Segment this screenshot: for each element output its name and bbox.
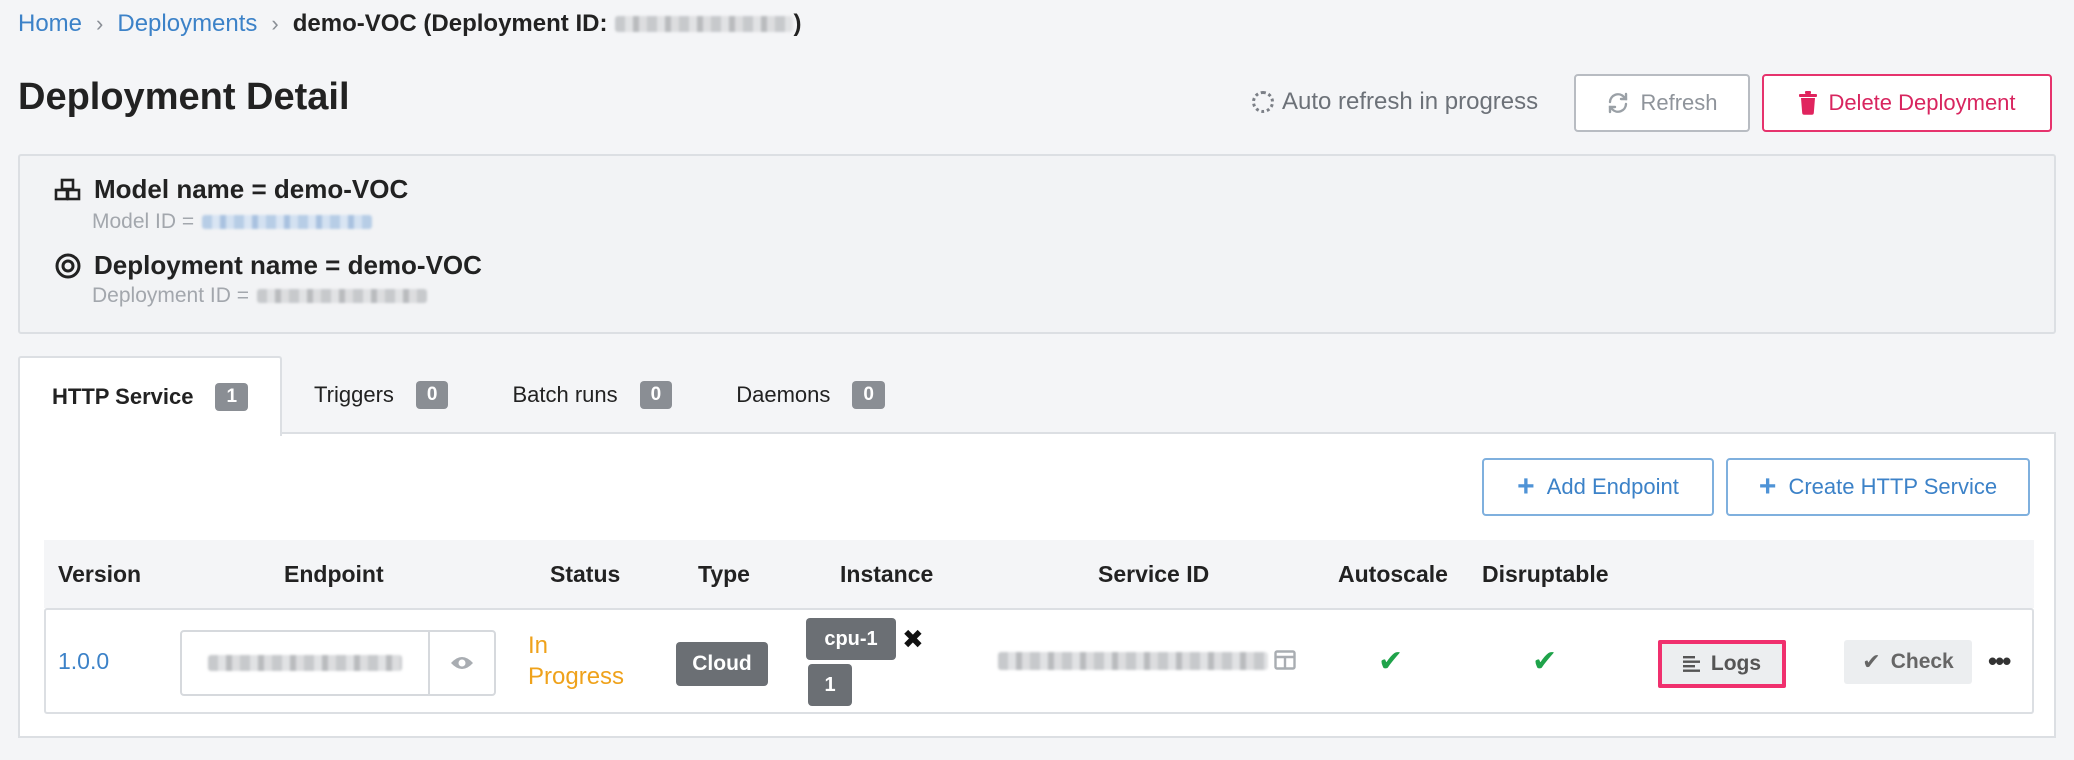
type-badge: Cloud — [676, 642, 768, 686]
tab-count-badge: 0 — [852, 381, 885, 409]
http-service-panel: + Add Endpoint + Create HTTP Service Ver… — [18, 432, 2056, 738]
add-endpoint-button[interactable]: + Add Endpoint — [1482, 458, 1714, 516]
plus-icon: + — [1758, 470, 1777, 503]
column-header-endpoint: Endpoint — [284, 560, 384, 587]
breadcrumb: Home › Deployments › demo-VOC (Deploymen… — [18, 8, 801, 40]
chevron-right-icon: › — [96, 11, 104, 36]
cubes-icon — [54, 178, 81, 200]
endpoint-url-input[interactable] — [182, 632, 430, 694]
tab-count-badge: 0 — [639, 381, 673, 409]
deployment-id-label: Deployment ID = — [92, 284, 249, 307]
delete-deployment-label: Delete Deployment — [1828, 90, 2016, 115]
model-name: Model name = demo-VOC — [94, 174, 409, 204]
more-options-icon[interactable]: ••• — [1988, 646, 2011, 677]
disruptable-check-icon: ✔ — [1532, 645, 1558, 678]
model-id-row: Model ID = — [92, 210, 373, 234]
breadcrumb-deployments-link[interactable]: Deployments — [117, 10, 257, 38]
column-header-status: Status — [550, 560, 621, 587]
instance-count-badge: 1 — [808, 664, 852, 706]
tab-daemons[interactable]: Daemons 0 — [704, 356, 917, 434]
deployment-id-row: Deployment ID = — [92, 284, 427, 308]
service-id-cell — [998, 652, 1268, 670]
column-header-autoscale: Autoscale — [1338, 560, 1448, 587]
breadcrumb-home-link[interactable]: Home — [18, 10, 82, 38]
tab-count-badge: 1 — [215, 383, 249, 411]
table-row: 1.0.0 In Progress Cloud cpu-1 ✖ 1 ✔ ✔ Lo… — [44, 608, 2034, 714]
target-icon — [55, 253, 81, 278]
refresh-icon — [1609, 92, 1628, 114]
logs-icon — [1682, 656, 1700, 672]
redacted-deployment-id — [257, 289, 427, 303]
deployment-name: Deployment name = demo-VOC — [94, 250, 482, 280]
column-header-version: Version — [58, 560, 142, 587]
tab-label: Batch runs — [512, 382, 618, 407]
plus-icon: + — [1517, 470, 1535, 503]
redacted-endpoint-url — [208, 655, 402, 671]
column-header-service-id: Service ID — [1098, 560, 1210, 587]
logs-button[interactable]: Logs — [1658, 640, 1786, 688]
auto-refresh-status: Auto refresh in progress — [1252, 88, 1538, 116]
page-title: Deployment Detail — [18, 76, 350, 118]
tab-batch-runs[interactable]: Batch runs 0 — [480, 356, 704, 434]
trash-icon — [1799, 91, 1818, 115]
add-endpoint-label: Add Endpoint — [1546, 474, 1679, 499]
tab-http-service[interactable]: HTTP Service 1 — [18, 356, 283, 436]
deployment-info-panel: Model name = demo-VOC Model ID = Deploym… — [18, 154, 2056, 334]
delete-deployment-button[interactable]: Delete Deployment — [1762, 74, 2052, 132]
create-http-service-button[interactable]: + Create HTTP Service — [1726, 458, 2030, 516]
model-id-label: Model ID = — [92, 210, 195, 233]
check-icon: ✔ — [1862, 649, 1881, 674]
deployment-name-row: Deployment name = demo-VOC — [54, 250, 482, 281]
tab-label: Daemons — [736, 382, 831, 407]
auto-refresh-label: Auto refresh in progress — [1282, 88, 1539, 115]
refresh-button[interactable]: Refresh — [1574, 74, 1750, 132]
breadcrumb-current-prefix: demo-VOC (Deployment ID: — [292, 10, 608, 37]
tab-count-badge: 0 — [415, 381, 449, 409]
column-header-disruptable: Disruptable — [1482, 560, 1609, 587]
remove-instance-icon[interactable]: ✖ — [902, 624, 924, 655]
create-http-service-label: Create HTTP Service — [1788, 474, 1998, 499]
model-name-row: Model name = demo-VOC — [54, 174, 408, 205]
column-header-instance: Instance — [840, 560, 934, 587]
redacted-deployment-id — [615, 16, 794, 32]
breadcrumb-current-suffix: ) — [793, 10, 802, 37]
refresh-button-label: Refresh — [1640, 90, 1718, 115]
status-line: Progress — [528, 663, 625, 690]
service-tabs: HTTP Service 1 Triggers 0 Batch runs 0 D… — [18, 356, 917, 436]
table-header: Version Endpoint Status Type Instance Se… — [44, 540, 2034, 608]
endpoint-field — [180, 630, 496, 696]
check-button-label: Check — [1890, 650, 1954, 673]
redacted-service-id — [998, 652, 1268, 670]
loading-spinner-icon — [1252, 91, 1274, 113]
status-line: In — [528, 632, 549, 659]
copy-icon[interactable] — [1274, 650, 1296, 670]
eye-icon — [451, 657, 473, 669]
tab-label: Triggers — [314, 382, 394, 407]
autoscale-check-icon: ✔ — [1378, 645, 1404, 678]
breadcrumb-current: demo-VOC (Deployment ID: ) — [293, 10, 802, 38]
status-in-progress: In Progress — [528, 630, 624, 692]
show-endpoint-button[interactable] — [430, 632, 494, 694]
logs-button-label: Logs — [1710, 652, 1762, 675]
check-button[interactable]: ✔ Check — [1844, 640, 1972, 684]
model-id-link[interactable] — [202, 215, 373, 229]
instance-type-badge: cpu-1 — [806, 618, 896, 660]
tab-triggers[interactable]: Triggers 0 — [282, 356, 480, 434]
chevron-right-icon: › — [271, 11, 279, 36]
tab-label: HTTP Service — [52, 384, 194, 409]
version-link[interactable]: 1.0.0 — [58, 648, 109, 675]
column-header-type: Type — [698, 560, 750, 587]
